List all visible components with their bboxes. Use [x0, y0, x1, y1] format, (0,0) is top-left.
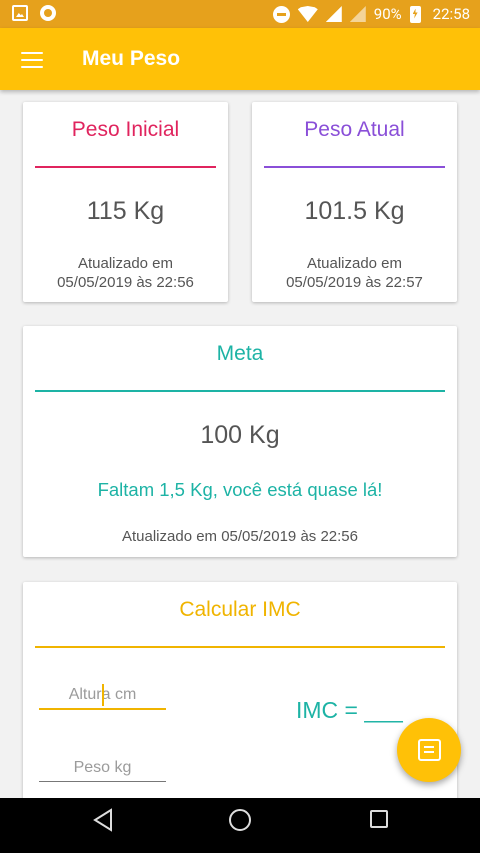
menu-icon[interactable]	[21, 52, 43, 68]
peso-atual-updated-date: 05/05/2019 às 22:57	[286, 274, 423, 291]
recent-apps-icon[interactable]	[370, 810, 388, 828]
peso-atual-card: Peso Atual 101.5 Kg Atualizado em 05/05/…	[252, 102, 457, 302]
imc-title: Calcular IMC	[179, 598, 301, 621]
app-bar: Meu Peso	[0, 28, 480, 90]
meta-divider	[35, 390, 445, 392]
clock: 22:58	[432, 5, 470, 23]
meta-message: Faltam 1,5 Kg, você está quase lá!	[97, 479, 383, 500]
altura-input[interactable]: Altura cm	[39, 682, 166, 710]
home-icon[interactable]	[229, 809, 251, 831]
notes-fab-button[interactable]	[397, 718, 461, 782]
do-not-disturb-icon	[272, 5, 290, 23]
peso-input[interactable]: Peso kg	[39, 755, 166, 782]
meta-updated: Atualizado em 05/05/2019 às 22:56	[121, 528, 358, 545]
notes-icon	[418, 739, 441, 761]
peso-inicial-card: Peso Inicial 115 Kg Atualizado em 05/05/…	[23, 102, 228, 302]
meta-value: 100 Kg	[200, 421, 280, 449]
meta-card: Meta 100 Kg Faltam 1,5 Kg, você está qua…	[23, 326, 457, 557]
battery-percent: 90%	[373, 5, 402, 23]
peso-atual-title: Peso Atual	[304, 118, 405, 141]
peso-placeholder: Peso kg	[73, 759, 132, 776]
image-notification-icon	[12, 5, 28, 21]
text-caret	[102, 684, 104, 706]
imc-divider	[35, 646, 445, 648]
peso-inicial-title: Peso Inicial	[71, 118, 180, 141]
battery-icon	[409, 5, 421, 23]
navigation-bar	[0, 798, 480, 853]
imc-card: Calcular IMC Altura cm Peso kg IMC = ___	[23, 582, 457, 812]
wifi-icon	[297, 6, 318, 22]
app-notification-icon	[40, 5, 56, 21]
meta-title: Meta	[216, 342, 264, 365]
peso-atual-updated-label: Atualizado em	[306, 255, 403, 272]
signal-icon	[325, 6, 342, 22]
status-bar: 90% 22:58	[0, 0, 480, 28]
peso-atual-divider	[264, 166, 445, 168]
peso-atual-value: 101.5 Kg	[304, 197, 405, 225]
imc-result: IMC = ___	[296, 697, 403, 723]
back-icon[interactable]	[92, 808, 114, 832]
peso-inicial-updated-label: Atualizado em	[77, 255, 174, 272]
app-title: Meu Peso	[82, 47, 181, 70]
signal-secondary-icon	[349, 6, 366, 22]
peso-inicial-updated-date: 05/05/2019 às 22:56	[57, 274, 194, 291]
peso-inicial-divider	[35, 166, 216, 168]
peso-inicial-value: 115 Kg	[86, 197, 165, 225]
